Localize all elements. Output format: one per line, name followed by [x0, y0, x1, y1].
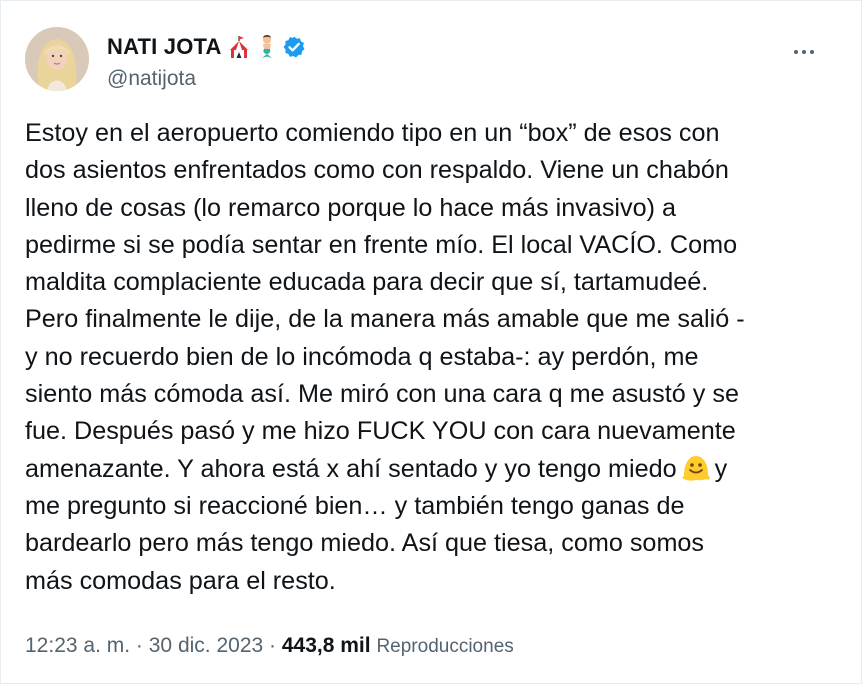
- tweet-line: más comodas para el resto.: [25, 566, 336, 595]
- circus-tent-icon: [228, 35, 250, 59]
- melting-face-icon: [681, 454, 711, 482]
- tweet-line: pedirme si se podía sentar en frente mío…: [25, 230, 738, 259]
- tweet-header: NATI JOTA @natijota: [25, 27, 841, 93]
- display-name[interactable]: NATI JOTA: [107, 34, 222, 60]
- name-row: NATI JOTA: [107, 33, 306, 61]
- tweet-text: Estoy en el aeropuerto comiendo tipo en …: [25, 115, 845, 600]
- tweet-line: fue. Después pasó y me hizo FUCK YOU con…: [25, 417, 736, 446]
- more-dot: [802, 50, 806, 54]
- more-options-icon[interactable]: [787, 37, 821, 67]
- more-dot: [794, 50, 798, 54]
- tweet-line: Pero finalmente le dije, de la manera má…: [25, 305, 745, 334]
- more-dot: [810, 50, 814, 54]
- tweet-line: bardearlo pero más tengo miedo. Así que …: [25, 529, 705, 558]
- tweet-line: siento más cómoda así. Me miró con una c…: [25, 380, 739, 409]
- tweet-line-part: amenazante. Y ahora está x ahí sentado y…: [25, 454, 677, 483]
- views-label: Reproducciones: [376, 636, 514, 657]
- tweet-line: maldita complaciente educada para decir …: [25, 268, 709, 297]
- views-count: 443,8 mil: [281, 634, 371, 657]
- verified-badge-icon: [282, 35, 306, 59]
- tweet-line-part: y: [714, 454, 728, 483]
- tweet-time[interactable]: 12:23 a. m.: [25, 634, 130, 657]
- author-names: NATI JOTA @natijota: [107, 33, 306, 91]
- author-handle[interactable]: @natijota: [107, 67, 306, 91]
- tweet-line: y no recuerdo bien de lo incómoda q esta…: [25, 342, 699, 371]
- tweet-line: me pregunto si reaccioné bien… y también…: [25, 491, 685, 520]
- tweet-card: NATI JOTA @natijota Estoy en el aeropuer…: [0, 0, 862, 684]
- meta-separator: ·: [269, 634, 277, 657]
- tweet-line: lleno de cosas (lo remarco porque lo hac…: [25, 193, 677, 222]
- tweet-meta: 12:23 a. m. · 30 dic. 2023 · 443,8 mil R…: [25, 634, 514, 658]
- tweet-line: Estoy en el aeropuerto comiendo tipo en …: [25, 119, 720, 147]
- avatar[interactable]: [25, 27, 89, 91]
- meta-separator: ·: [135, 634, 143, 657]
- tweet-line: dos asientos enfrentados como con respal…: [25, 156, 729, 185]
- tweet-date[interactable]: 30 dic. 2023: [149, 634, 263, 657]
- mermaid-icon: [256, 35, 278, 59]
- tweet-line-with-emoji: amenazante. Y ahora está x ahí sentado y…: [25, 451, 845, 488]
